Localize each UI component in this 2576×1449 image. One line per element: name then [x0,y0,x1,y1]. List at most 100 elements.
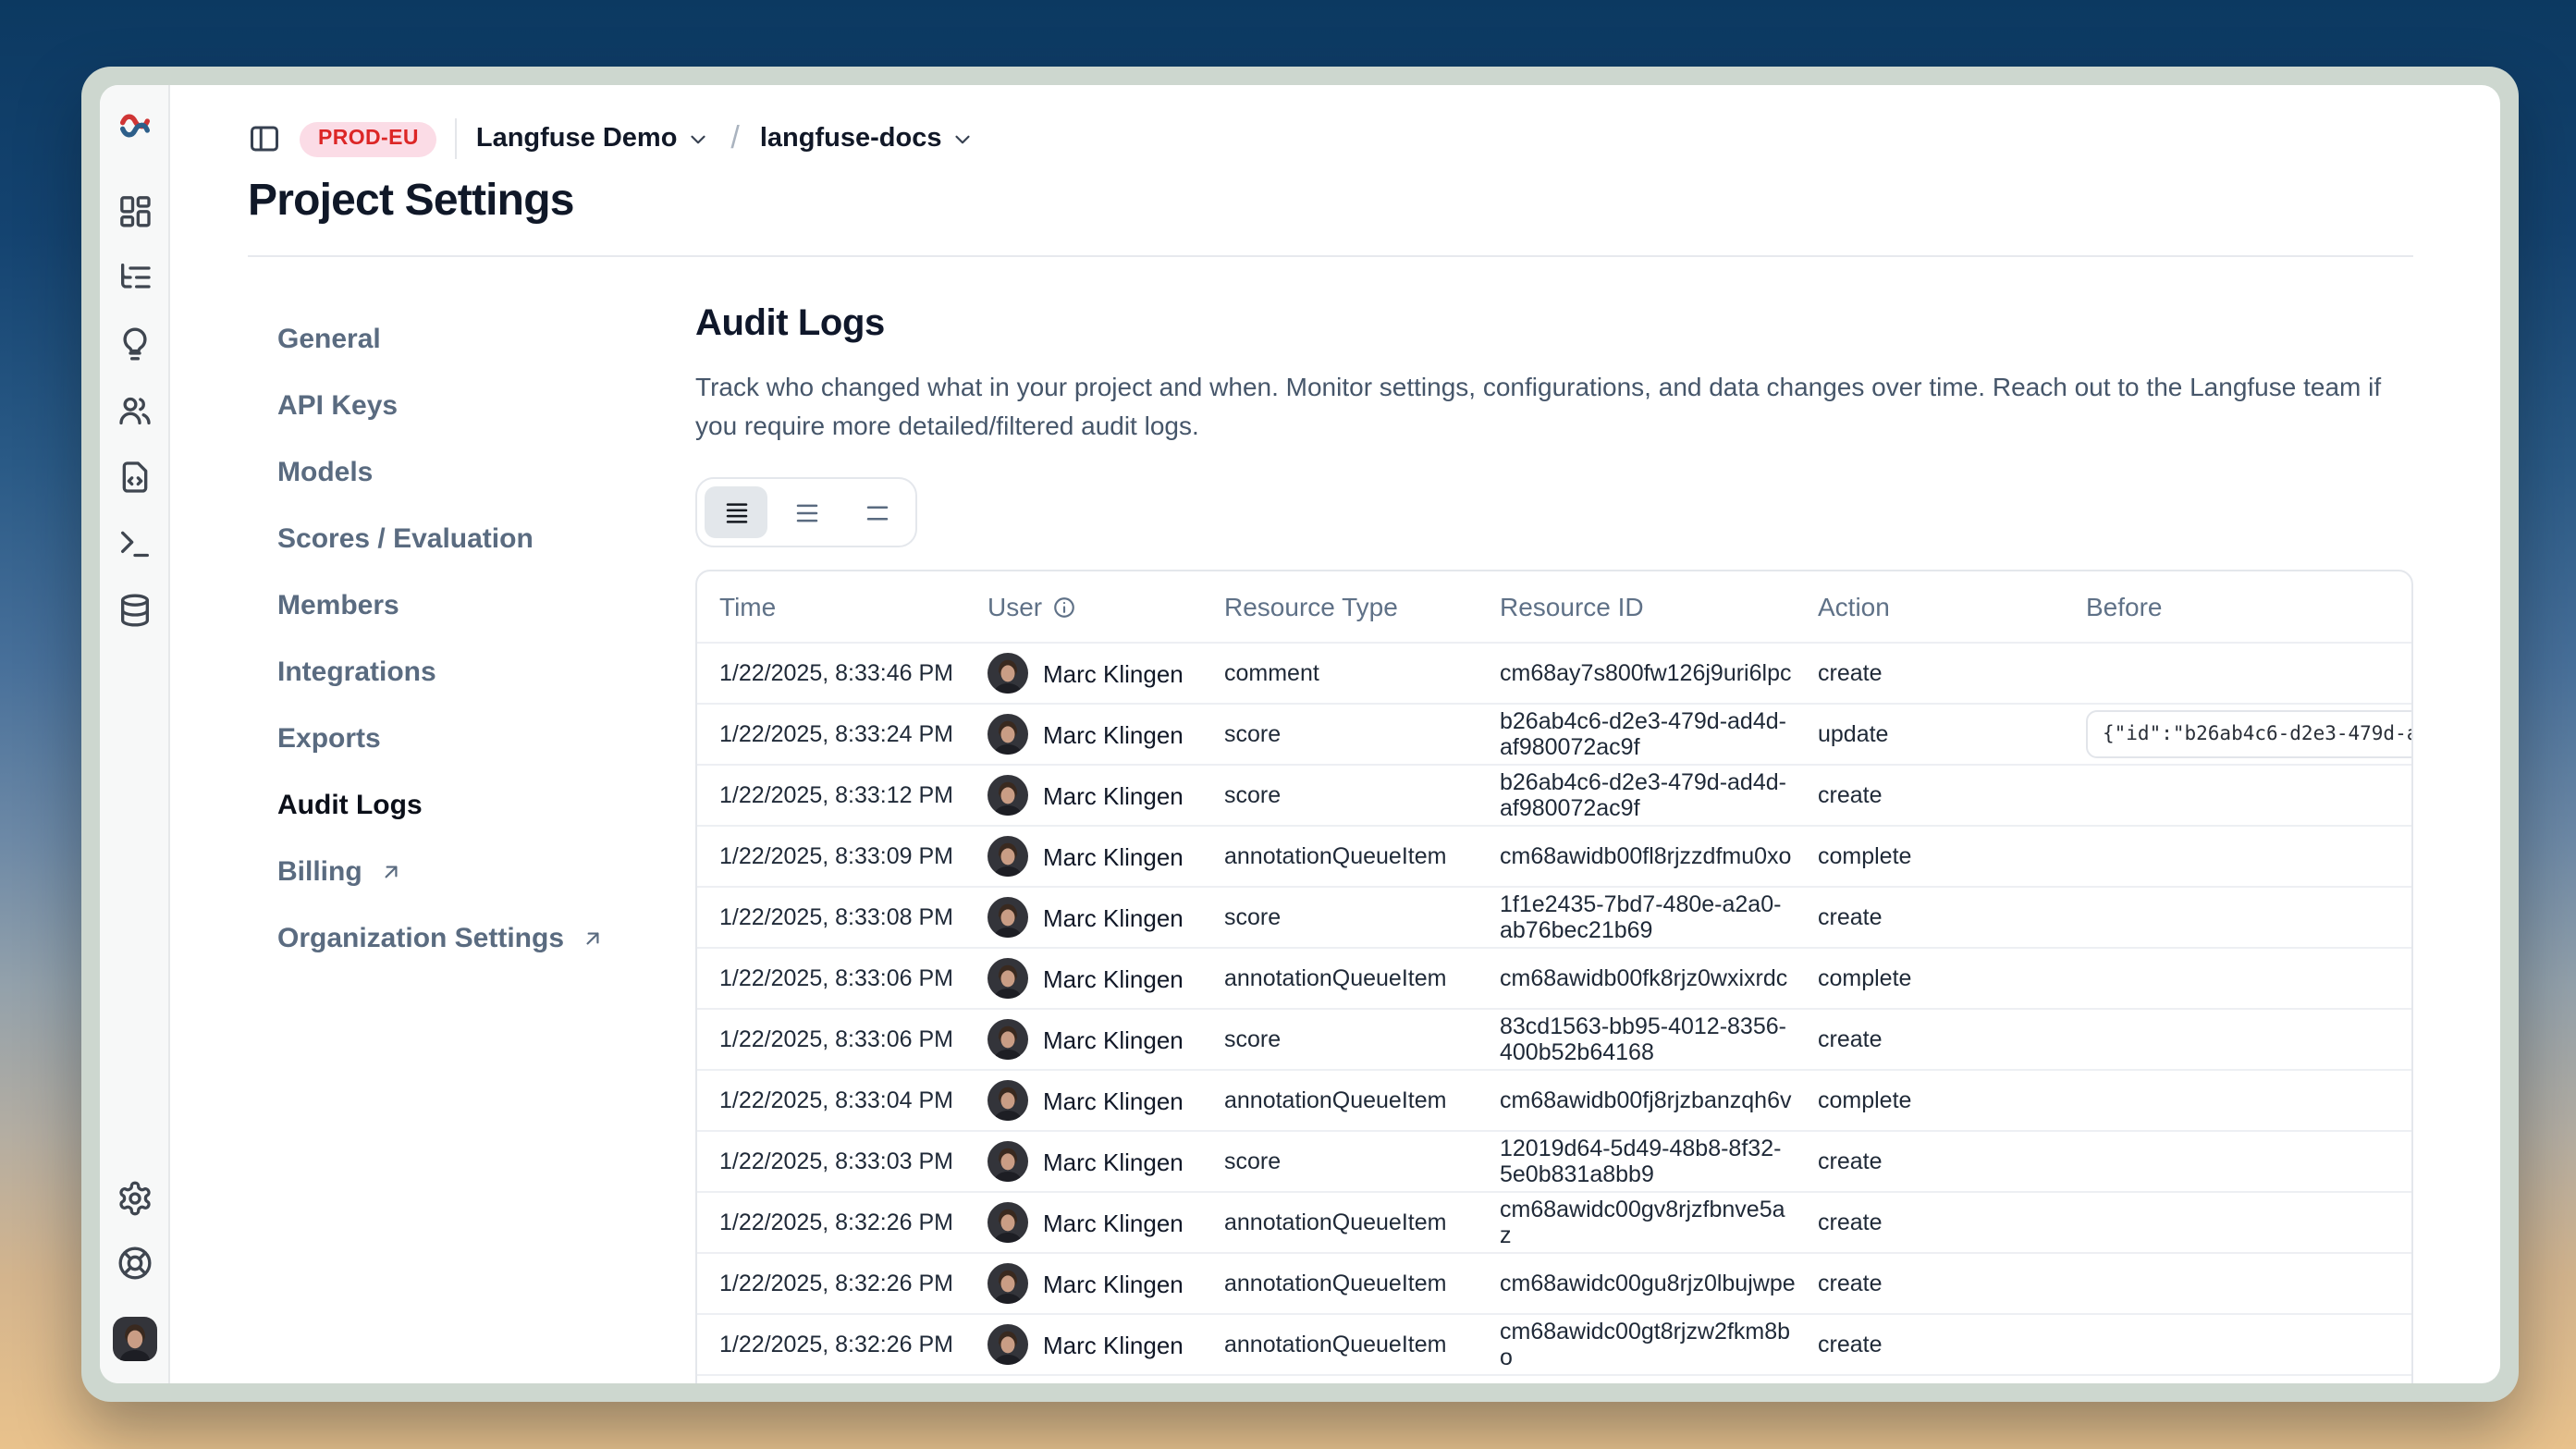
cell-action: create [1796,1210,2064,1235]
cell-action: update [1796,721,2064,747]
settings-nav-item-api-keys[interactable]: API Keys [277,372,651,438]
sidebar-toggle-icon[interactable] [248,122,281,155]
breadcrumb-separator: / [729,120,741,157]
user-avatar [987,1019,1028,1060]
cell-time: 1/22/2025, 8:33:24 PM [697,721,965,747]
user-name: Marc Klingen [1043,1331,1184,1358]
cell-resource-id: 83cd1563-bb95-4012-8356-400b52b64168 [1478,1010,1796,1069]
user-name: Marc Klingen [1043,903,1184,931]
datasets-icon[interactable] [116,592,153,629]
section-description: Track who changed what in your project a… [695,368,2413,446]
dashboard-icon[interactable] [116,192,153,229]
breadcrumb: PROD-EU Langfuse Demo / langfuse-docs [248,115,2413,163]
section-title: Audit Logs [695,303,2413,346]
cell-resource-type: score [1202,1026,1478,1052]
user-avatar [987,1202,1028,1243]
user-avatar[interactable] [112,1317,156,1361]
cell-user: Marc Klingen [965,836,1202,877]
table-header: TimeUserResource TypeResource IDActionBe… [697,571,2411,642]
users-icon[interactable] [116,392,153,429]
cell-resource-type: annotationQueueItem [1202,1332,1478,1357]
nav-item-label: General [277,323,381,354]
settings-nav-item-billing[interactable]: Billing [277,838,651,904]
cell-resource-id: cm68awidc00gv8rjzfbnve5az [1478,1193,1796,1252]
settings-nav-item-exports[interactable]: Exports [277,705,651,771]
density-option-rows-4[interactable] [705,486,767,538]
prompts-icon[interactable] [116,325,153,362]
table-row: 1/22/2025, 8:33:08 PMMarc Klingenscore1f… [697,886,2411,947]
settings-nav-item-scores-evaluation[interactable]: Scores / Evaluation [277,505,651,571]
cell-before: {"id":"b26ab4c6-d2e3-479d-a [2064,710,2411,758]
cell-user: Marc Klingen [965,1324,1202,1365]
cell-resource-id: cm68awidb00fk8rjz0wxixrdc [1478,962,1796,995]
info-icon[interactable] [1051,595,1075,619]
cell-action: complete [1796,843,2064,869]
cell-user: Marc Klingen [965,714,1202,755]
density-option-rows-2[interactable] [845,486,908,538]
settings-nav-item-general[interactable]: General [277,305,651,372]
topbar: PROD-EU Langfuse Demo / langfuse-docs Pr… [170,85,2500,227]
settings-nav-item-members[interactable]: Members [277,571,651,638]
arrow-up-right-icon [379,859,403,883]
table-row: 1/22/2025, 8:33:04 PMMarc Klingenannotat… [697,1069,2411,1130]
support-icon[interactable] [116,1245,153,1282]
user-name: Marc Klingen [1043,1025,1184,1053]
column-header-label: User [987,592,1042,621]
app-window: PROD-EU Langfuse Demo / langfuse-docs Pr… [81,67,2519,1402]
project-switcher[interactable]: langfuse-docs [760,124,975,153]
cell-action: create [1796,904,2064,930]
cell-resource-id: cm68awidc00gt8rjzw2fkm8bo [1478,1315,1796,1374]
user-name: Marc Klingen [1043,1209,1184,1236]
breadcrumb-divider [456,118,458,159]
cell-action: create [1796,1271,2064,1296]
table-row: 1/22/2025, 8:33:12 PMMarc Klingenscoreb2… [697,764,2411,825]
column-header-resource-type: Resource Type [1202,592,1478,621]
column-header-action: Action [1796,592,2064,621]
cell-resource-type: annotationQueueItem [1202,1271,1478,1296]
settings-nav-item-audit-logs[interactable]: Audit Logs [277,771,651,838]
settings-nav-item-integrations[interactable]: Integrations [277,638,651,705]
settings-gear-icon[interactable] [116,1180,153,1217]
cell-user: Marc Klingen [965,1141,1202,1182]
column-header-resource-id: Resource ID [1478,590,1796,623]
cell-time: 1/22/2025, 8:33:06 PM [697,1026,965,1052]
nav-item-label: Organization Settings [277,922,564,953]
settings-nav-item-models[interactable]: Models [277,438,651,505]
langfuse-logo[interactable] [116,107,153,144]
nav-item-label: Audit Logs [277,789,423,820]
nav-item-label: Models [277,456,373,487]
user-avatar [987,1324,1028,1365]
user-avatar [987,958,1028,999]
cell-action: create [1796,1026,2064,1052]
cell-resource-type: annotationQueueItem [1202,1210,1478,1235]
arrow-up-right-icon [581,926,605,950]
user-name: Marc Klingen [1043,1087,1184,1114]
cell-resource-id: b26ab4c6-d2e3-479d-ad4d-af980072ac9f [1478,766,1796,825]
user-avatar [987,775,1028,816]
cell-action: complete [1796,1087,2064,1113]
cell-resource-type: score [1202,721,1478,747]
org-switcher[interactable]: Langfuse Demo [476,124,711,153]
terminal-icon[interactable] [116,525,153,562]
density-option-rows-3[interactable] [775,486,838,538]
user-avatar [987,1080,1028,1121]
table-row: 1/22/2025, 8:33:46 PMMarc Klingencomment… [697,642,2411,703]
cell-resource-type: score [1202,782,1478,808]
before-json-preview[interactable]: {"id":"b26ab4c6-d2e3-479d-a [2086,710,2411,758]
cell-resource-type: score [1202,904,1478,930]
cell-user: Marc Klingen [965,1080,1202,1121]
cell-time: 1/22/2025, 8:33:12 PM [697,782,965,808]
user-avatar [987,1141,1028,1182]
tracing-icon[interactable] [116,259,153,296]
user-name: Marc Klingen [1043,720,1184,748]
rail-top-icons [116,192,153,629]
table-row: 1/22/2025, 8:32:26 PMMarc Klingenannotat… [697,1313,2411,1374]
settings-body: General API Keys Models Scores / Evaluation… [170,257,2500,1383]
nav-item-label: Members [277,589,399,620]
cell-resource-id: cm68awidb00fj8rjzbanzqh6v [1478,1084,1796,1117]
cell-resource-type: annotationQueueItem [1202,965,1478,991]
settings-nav-item-organization-settings[interactable]: Organization Settings [277,904,651,971]
cell-time: 1/22/2025, 8:33:09 PM [697,843,965,869]
nav-item-label: Exports [277,722,381,754]
playground-icon[interactable] [116,459,153,496]
